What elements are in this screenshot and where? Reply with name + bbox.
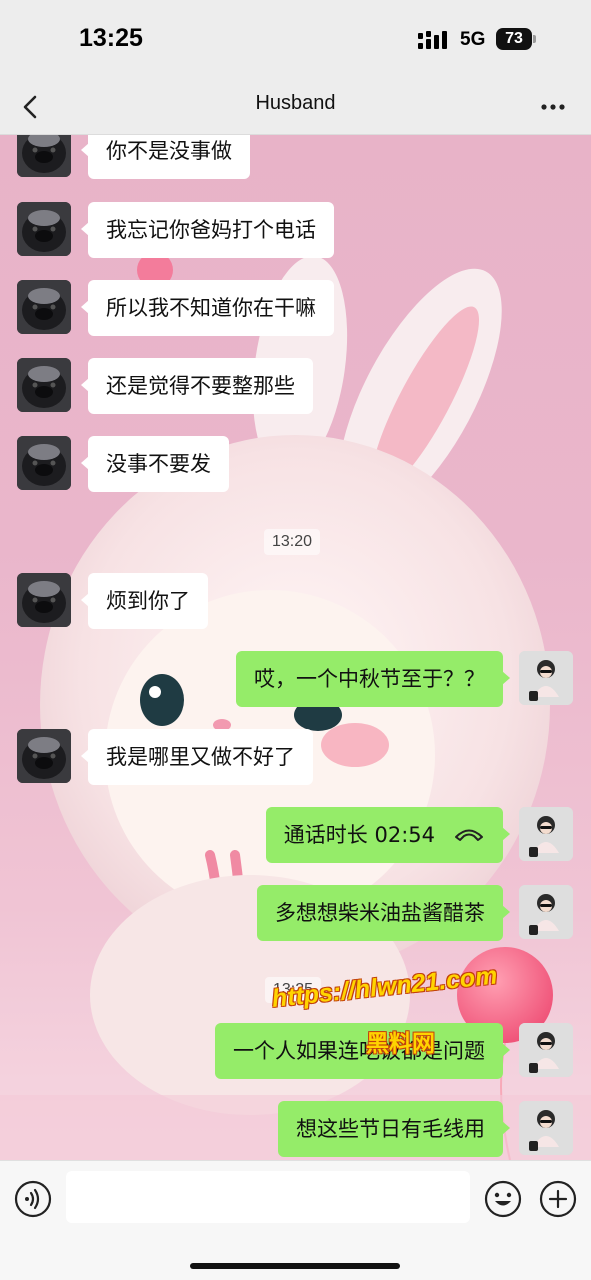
contact-avatar[interactable] [17,135,71,177]
chat-title: Husband [255,92,336,114]
more-horizontal-icon[interactable] [535,90,571,124]
my-avatar[interactable] [519,1101,573,1155]
contact-avatar[interactable] [17,436,71,490]
message-text: 我是哪里又做不好了 [106,745,295,769]
my-avatar[interactable] [519,885,573,939]
watermark-label: 黑料网 [366,1031,435,1057]
my-avatar[interactable] [519,651,573,705]
incoming-message[interactable]: 我是哪里又做不好了 [81,729,313,785]
contact-avatar[interactable] [17,573,71,627]
contact-avatar[interactable] [17,729,71,783]
emoji-icon[interactable] [484,1180,522,1218]
status-bar: 13:25 5G 73 [0,0,591,80]
outgoing-message[interactable]: 哎，一个中秋节至于？？ [236,651,510,707]
battery-indicator: 73 [496,28,532,50]
input-bar [0,1160,591,1280]
incoming-message[interactable]: 没事不要发 [81,436,229,492]
message-text: 哎，一个中秋节至于？？ [254,667,485,691]
message-text: 我忘记你爸妈打个电话 [106,218,316,242]
outgoing-message[interactable]: 一个人如果连吃饭都是问题 [215,1023,510,1079]
message-text: 没事不要发 [106,452,211,476]
status-time: 13:25 [79,24,143,52]
message-input[interactable] [66,1171,470,1223]
contact-avatar[interactable] [17,280,71,334]
message-text: 你不是没事做 [106,139,232,163]
outgoing-message[interactable]: 通话时长 02:54 [265,807,511,863]
incoming-message[interactable]: 我忘记你爸妈打个电话 [81,202,334,258]
voice-input-icon[interactable] [14,1180,52,1218]
message-text: 想这些节日有毛线用 [296,1117,485,1141]
incoming-message[interactable]: 所以我不知道你在干嘛 [81,280,334,336]
contact-avatar[interactable] [17,202,71,256]
message-text: 多想想柴米油盐酱醋茶 [275,901,485,925]
chat-screen: 13:25 5G 73 Husband 你不是没事做 我忘记你爸妈打个电话 所以… [0,0,591,1280]
my-avatar[interactable] [519,1023,573,1077]
message-text: 还是觉得不要整那些 [106,374,295,398]
network-label: 5G [460,29,486,50]
chat-timestamp: 13:20 [264,529,321,555]
message-text: 一个人如果连吃饭都是问题 [233,1039,485,1063]
message-text: 所以我不知道你在干嘛 [106,296,316,320]
add-circle-icon[interactable] [539,1180,577,1218]
nav-bar: Husband [0,80,591,135]
outgoing-message[interactable]: 想这些节日有毛线用 [278,1101,510,1157]
signal-bars-icon [418,31,447,49]
battery-level: 73 [505,30,523,47]
incoming-message[interactable]: 你不是没事做 [81,135,250,179]
outgoing-message[interactable]: 多想想柴米油盐酱醋茶 [257,885,510,941]
message-text: 通话时长 02:54 [283,823,435,847]
message-text: 烦到你了 [106,589,190,613]
incoming-message[interactable]: 还是觉得不要整那些 [81,358,313,414]
chat-area[interactable]: 你不是没事做我忘记你爸妈打个电话 所以我不知道你在干嘛 还是觉得不要整那些 没事不要发… [0,135,591,1160]
contact-avatar[interactable] [17,358,71,412]
phone-hangup-icon [455,829,483,841]
incoming-message[interactable]: 烦到你了 [81,573,208,629]
my-avatar[interactable] [519,807,573,861]
battery-cap [533,35,536,43]
home-indicator [190,1263,400,1269]
